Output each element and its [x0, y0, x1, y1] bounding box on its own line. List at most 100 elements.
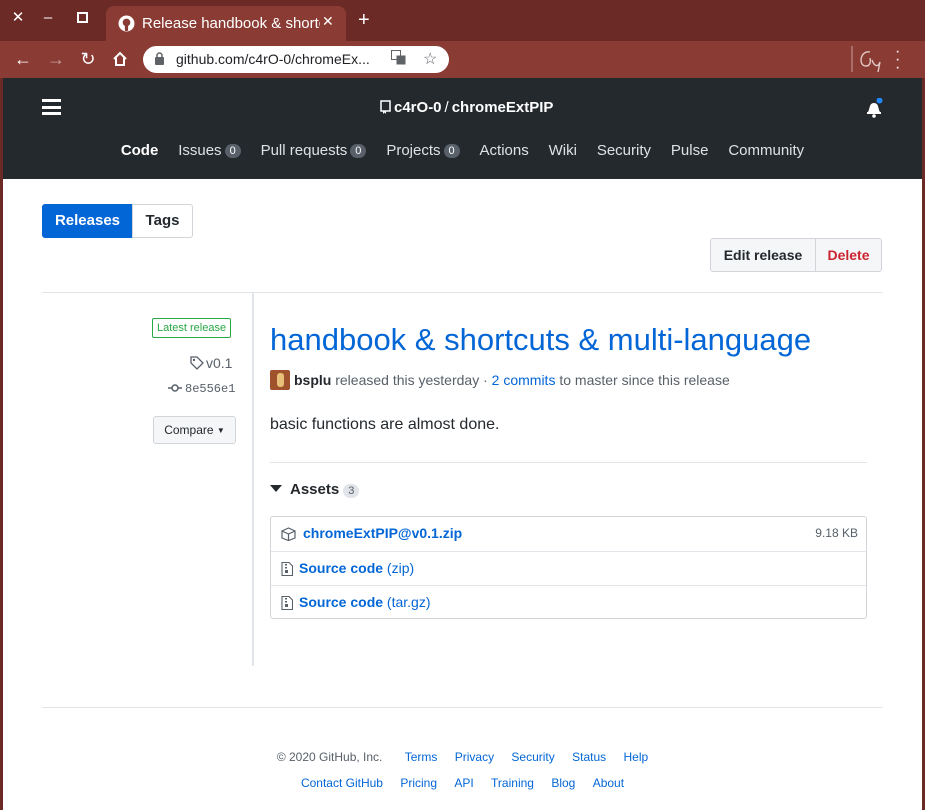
footer-link-pricing[interactable]: Pricing — [400, 776, 437, 790]
compare-label: Compare — [164, 423, 214, 437]
browser-toolbar: ← → ↻ github.com/c4rO-0/chromeEx... ☆ — [0, 41, 925, 78]
release-meta: bsplu released this yesterday · 2 commit… — [270, 370, 730, 390]
tab-close-icon[interactable]: ✕ — [322, 13, 334, 30]
asset-link: chromeExtPIP@v0.1.zip — [303, 525, 462, 541]
latest-release-badge: Latest release — [152, 318, 232, 338]
tags-tab-button[interactable]: Tags — [132, 204, 193, 238]
issues-count: 0 — [224, 144, 241, 158]
package-icon — [281, 527, 296, 541]
repo-separator: / — [444, 99, 449, 116]
list-item[interactable]: Source code (zip) — [271, 551, 866, 585]
list-item[interactable]: chromeExtPIP@v0.1.zip 9.18 KB — [271, 517, 866, 551]
release-tag[interactable]: v0.1 — [190, 355, 232, 371]
footer-row-1: © 2020 GitHub, Inc. Terms Privacy Securi… — [0, 750, 925, 764]
asset-size: 9.18 KB — [815, 526, 858, 540]
asset-name: Source code — [299, 560, 384, 576]
file-zip-icon — [281, 562, 293, 576]
footer-link-training[interactable]: Training — [491, 776, 534, 790]
browser-menu-icon[interactable]: · · · — [895, 44, 900, 76]
projects-count: 0 — [443, 144, 460, 158]
github-favicon-icon — [118, 15, 135, 32]
footer-link-blog[interactable]: Blog — [551, 776, 575, 790]
address-bar[interactable]: github.com/c4rO-0/chromeEx... ☆ — [143, 46, 449, 73]
tab-code[interactable]: Code — [121, 142, 159, 159]
commit-sha: 8e556e1 — [185, 382, 236, 396]
notification-bell-icon[interactable] — [865, 98, 883, 118]
releases-tab-button[interactable]: Releases — [42, 204, 133, 238]
window-frame-left — [0, 78, 3, 810]
tab-wiki[interactable]: Wiki — [549, 142, 577, 159]
url-text: github.com/c4rO-0/chromeEx... — [176, 51, 370, 67]
footer-link-terms[interactable]: Terms — [405, 750, 438, 764]
compare-dropdown-button[interactable]: Compare ▼ — [153, 416, 236, 444]
asset-format: (zip) — [386, 560, 415, 576]
assets-list: chromeExtPIP@v0.1.zip 9.18 KB Source cod… — [270, 516, 867, 619]
footer-link-privacy[interactable]: Privacy — [455, 750, 494, 764]
tab-issues[interactable]: Issues 0 — [178, 142, 241, 159]
footer-row-2: Contact GitHub Pricing API Training Blog… — [0, 776, 925, 790]
forward-icon[interactable]: → — [46, 49, 66, 69]
tab-actions[interactable]: Actions — [480, 142, 529, 159]
repo-title: c4rO-0/chromeExtPIP — [380, 99, 553, 116]
tab-title: Release handbook & shortcuts & multi-lan… — [142, 15, 320, 32]
repo-nav: Code Issues 0 Pull requests 0 Projects 0 Ac… — [3, 142, 922, 159]
copyright: © 2020 GitHub, Inc. — [276, 750, 383, 764]
asset-format: (tar.gz) — [386, 594, 431, 610]
footer-link-help[interactable]: Help — [624, 750, 649, 764]
pull-requests-count: 0 — [350, 144, 367, 158]
commit-icon — [168, 384, 182, 392]
list-item[interactable]: Source code (tar.gz) — [271, 585, 866, 619]
asset-name: Source code — [299, 594, 384, 610]
release-timeline-line — [252, 293, 254, 666]
footer-link-api[interactable]: API — [454, 776, 473, 790]
tab-projects[interactable]: Projects 0 — [386, 142, 460, 159]
tab-security[interactable]: Security — [597, 142, 651, 159]
assets-count: 3 — [343, 484, 360, 498]
divider — [42, 707, 883, 708]
maximize-window-icon[interactable] — [72, 8, 92, 28]
release-commit[interactable]: 8e556e1 — [168, 382, 235, 396]
asset-name[interactable]: chromeExtPIP@v0.1.zip — [303, 525, 462, 541]
delete-release-button[interactable]: Delete — [815, 238, 882, 272]
back-icon[interactable]: ← — [13, 49, 33, 69]
commits-link[interactable]: 2 commits — [492, 372, 556, 388]
browser-titlebar: ✕ – Release handbook & shortcuts & multi… — [0, 0, 925, 41]
repo-owner-link[interactable]: c4rO-0 — [394, 99, 442, 116]
hamburger-menu-icon[interactable] — [42, 99, 61, 115]
file-zip-icon — [281, 596, 293, 610]
author-link[interactable]: bsplu — [294, 372, 331, 388]
translate-icon[interactable] — [391, 50, 406, 68]
minimize-window-icon[interactable]: – — [38, 8, 58, 28]
divider — [42, 292, 883, 293]
reload-icon[interactable]: ↻ — [78, 49, 98, 69]
home-icon[interactable] — [110, 49, 130, 69]
tag-name: v0.1 — [206, 355, 233, 371]
footer-link-status[interactable]: Status — [572, 750, 606, 764]
released-text: released this yesterday — [335, 372, 480, 388]
footer-link-contact[interactable]: Contact GitHub — [301, 776, 383, 790]
close-window-icon[interactable]: ✕ — [8, 8, 28, 28]
avatar[interactable] — [270, 370, 290, 390]
release-title[interactable]: handbook & shortcuts & multi-language — [270, 322, 811, 358]
divider — [270, 462, 867, 463]
asset-link[interactable]: Source code (zip) — [299, 560, 414, 576]
profile-signature-icon[interactable] — [850, 44, 886, 74]
assets-toggle[interactable]: Assets 3 — [270, 481, 360, 498]
tab-pull-requests[interactable]: Pull requests 0 — [261, 142, 367, 159]
caret-down-icon: ▼ — [216, 426, 225, 435]
browser-tab[interactable]: Release handbook & shortcuts & multi-lan… — [106, 6, 346, 41]
new-tab-icon[interactable]: + — [358, 10, 370, 30]
footer-link-about[interactable]: About — [593, 776, 624, 790]
bookmark-star-icon[interactable]: ☆ — [423, 49, 437, 69]
edit-release-button[interactable]: Edit release — [710, 238, 816, 272]
tab-pulse[interactable]: Pulse — [671, 142, 709, 159]
footer-link-security[interactable]: Security — [511, 750, 554, 764]
repo-icon — [380, 100, 391, 114]
asset-link[interactable]: Source code (tar.gz) — [299, 594, 431, 610]
assets-heading: Assets — [290, 481, 340, 498]
triangle-down-icon — [270, 485, 282, 492]
commits-suffix: to master since this release — [559, 372, 730, 388]
tag-icon — [190, 356, 204, 370]
tab-community[interactable]: Community — [728, 142, 804, 159]
repo-name-link[interactable]: chromeExtPIP — [452, 99, 554, 116]
